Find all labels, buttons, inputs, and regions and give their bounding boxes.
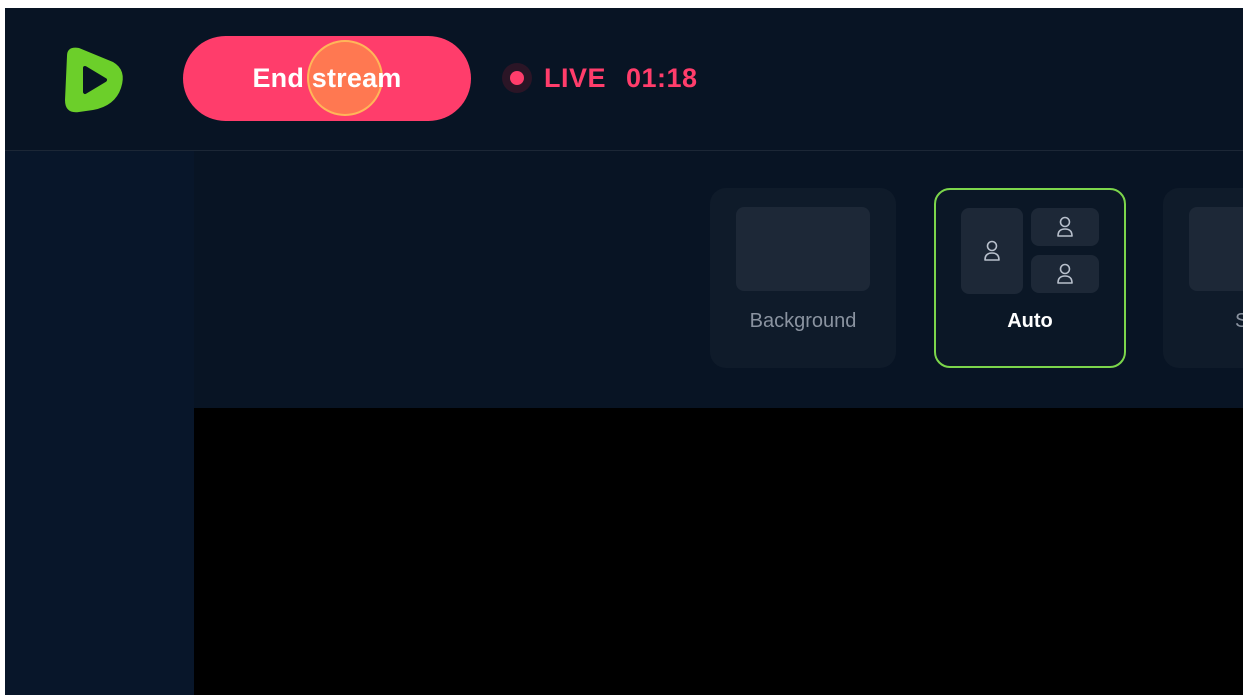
live-timer: 01:18 (626, 62, 698, 93)
play-logo-icon[interactable] (57, 44, 129, 116)
layout-third-label: S (1235, 310, 1243, 332)
layout-background[interactable]: Background (710, 188, 896, 368)
layout-auto[interactable]: Auto (934, 188, 1126, 368)
left-sidebar (5, 151, 194, 695)
live-label: LIVE (544, 62, 607, 93)
studio-window: End stream LIVE 01:18 Background Auto S (5, 8, 1243, 695)
auto-side-slot-2 (1031, 255, 1099, 293)
live-indicator-icon (502, 63, 532, 93)
person-icon (984, 240, 1000, 261)
person-icon (1057, 216, 1073, 237)
layout-third[interactable]: S (1163, 188, 1243, 368)
live-status: LIVE 01:18 (502, 56, 698, 100)
auto-side-slot-1 (1031, 208, 1099, 246)
top-bar: End stream LIVE 01:18 (5, 8, 1243, 151)
auto-main-slot (961, 208, 1023, 294)
stream-preview (194, 408, 1243, 695)
third-thumbnail (1189, 207, 1243, 291)
end-stream-button[interactable]: End stream (183, 36, 471, 121)
background-thumbnail (736, 207, 870, 291)
layout-auto-label: Auto (1007, 310, 1053, 332)
end-stream-label: End stream (252, 63, 402, 93)
layout-background-label: Background (749, 310, 857, 332)
person-icon (1057, 263, 1073, 284)
